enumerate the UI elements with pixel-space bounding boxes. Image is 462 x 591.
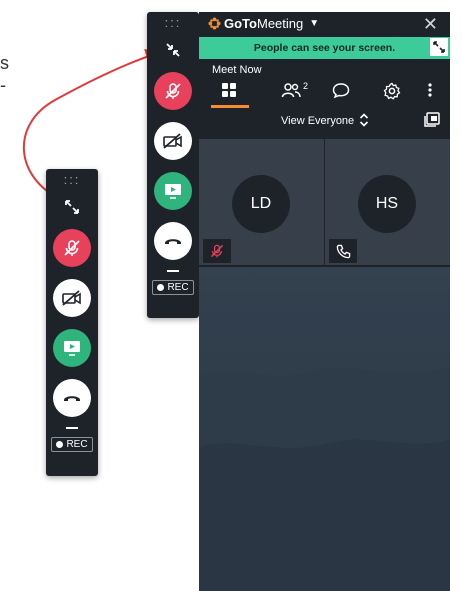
screen-share-button[interactable] <box>154 172 192 210</box>
record-dot-icon <box>56 441 64 448</box>
participants-count: 2 <box>303 81 309 91</box>
meeting-panel: GoToMeeting ▼ ✕ People can see your scre… <box>199 12 450 591</box>
app-title-thin: Meeting <box>256 16 304 31</box>
view-selector[interactable]: View Everyone <box>281 115 354 127</box>
record-label: REC <box>167 282 189 293</box>
camera-off-icon <box>163 133 182 149</box>
caret-down-icon: ▼ <box>309 18 320 29</box>
view-selector-row: View Everyone <box>199 108 450 134</box>
phone-icon <box>336 244 350 258</box>
record-label: REC <box>66 439 88 450</box>
app-menu[interactable]: GoToMeeting ▼ <box>208 16 319 31</box>
screen-share-banner: People can see your screen. <box>199 37 450 59</box>
camera-off-icon <box>62 290 81 306</box>
record-button[interactable]: REC <box>51 437 93 452</box>
panel-tabs: 2 <box>199 78 450 108</box>
muted-mic-icon <box>64 240 80 256</box>
participant-tile[interactable]: HS <box>325 139 450 265</box>
expand-icon <box>433 41 445 53</box>
chevron-updown-icon[interactable] <box>359 112 369 128</box>
tab-chat[interactable] <box>332 82 350 98</box>
collapse-icon[interactable] <box>163 40 183 60</box>
drag-handle-icon[interactable]: ::: <box>64 173 81 189</box>
drag-handle-icon[interactable]: ::: <box>165 16 182 32</box>
camera-button[interactable] <box>53 279 91 317</box>
minimize-icon[interactable] <box>66 427 78 429</box>
hang-up-icon <box>165 239 181 244</box>
record-button[interactable]: REC <box>152 280 194 295</box>
mute-button[interactable] <box>53 229 91 267</box>
app-title: GoToMeeting <box>224 16 303 31</box>
camera-button[interactable] <box>154 122 192 160</box>
leave-call-button[interactable] <box>154 222 192 260</box>
leave-call-button[interactable] <box>53 379 91 417</box>
hang-up-icon <box>64 396 80 401</box>
picture-in-picture-icon[interactable] <box>423 111 441 129</box>
mountain-background-image <box>199 300 450 591</box>
avatar: HS <box>358 175 416 233</box>
participant-tiles: LD HS <box>199 139 450 267</box>
close-icon[interactable]: ✕ <box>423 14 438 35</box>
grid-icon <box>222 83 236 97</box>
minimize-icon[interactable] <box>167 270 179 272</box>
more-vertical-icon <box>428 83 432 97</box>
screen-share-icon <box>165 184 181 199</box>
meeting-title: Meet Now <box>212 64 262 76</box>
screen-share-button[interactable] <box>53 329 91 367</box>
more-options[interactable] <box>427 82 433 98</box>
chat-icon <box>332 83 350 98</box>
attached-control-bar: ::: REC <box>147 12 199 318</box>
muted-mic-icon <box>210 244 224 258</box>
mute-button[interactable] <box>154 72 192 110</box>
compact-control-bar: ::: REC <box>46 169 98 476</box>
participants-icon <box>281 83 301 98</box>
avatar: LD <box>232 175 290 233</box>
banner-text: People can see your screen. <box>253 42 396 54</box>
gear-icon <box>383 82 401 100</box>
tab-settings[interactable] <box>383 82 401 100</box>
main-video-area <box>199 267 450 591</box>
muted-mic-icon <box>165 83 181 99</box>
participant-status <box>203 239 231 263</box>
expand-icon[interactable] <box>62 197 82 217</box>
participant-tile[interactable]: LD <box>199 139 324 265</box>
record-dot-icon <box>157 284 165 291</box>
title-bar: GoToMeeting ▼ ✕ <box>199 12 450 37</box>
tab-grid[interactable] <box>221 82 237 98</box>
screen-share-icon <box>64 341 80 356</box>
expand-banner-button[interactable] <box>430 38 448 56</box>
goto-logo-icon <box>208 17 221 30</box>
tab-participants[interactable]: 2 <box>281 81 309 98</box>
app-title-bold: GoTo <box>224 16 257 31</box>
participant-status <box>329 239 357 263</box>
